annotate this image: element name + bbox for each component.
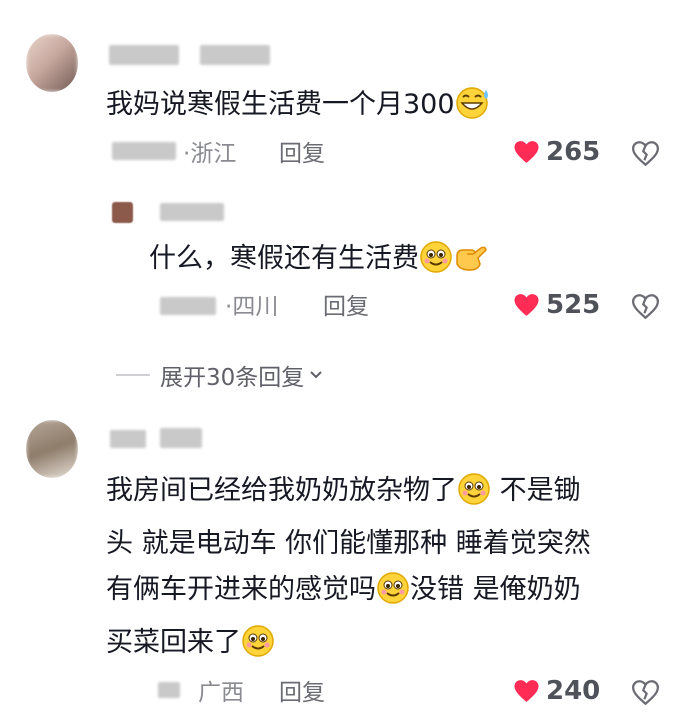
dislike-button[interactable] <box>631 294 660 323</box>
reply-button[interactable]: 回复 <box>323 292 369 322</box>
dislike-button[interactable] <box>631 680 660 709</box>
location: 广西 <box>198 680 244 706</box>
grinning-sweat-emoji <box>455 86 493 135</box>
like-button[interactable]: 525 <box>513 290 600 320</box>
comment-line: 头 就是电动车 你们能懂那种 睡着觉突然 <box>106 528 591 559</box>
reply-button[interactable]: 回复 <box>279 139 325 169</box>
expand-replies-label: 展开30条回复 <box>160 365 305 391</box>
avatar[interactable] <box>26 34 78 92</box>
username[interactable] <box>110 430 146 448</box>
smiley-emoji <box>457 472 491 521</box>
comment-line: 买菜回来了 <box>106 620 591 673</box>
expand-replies-button[interactable]: 展开30条回复 <box>116 358 324 392</box>
reply-text: 什么，寒假还有生活费 <box>149 236 487 289</box>
time-blurred <box>112 142 176 160</box>
smiley-emoji <box>376 571 410 620</box>
like-button[interactable]: 265 <box>513 137 600 167</box>
comment-text-segment: 有俩车开进来的感觉吗 <box>106 574 376 605</box>
location-text: 四川 <box>232 294 279 320</box>
like-button[interactable]: 240 <box>513 676 600 706</box>
chevron-down-icon <box>310 371 322 379</box>
hand-emoji <box>453 240 487 289</box>
username <box>200 45 270 65</box>
reply-button[interactable]: 回复 <box>279 678 325 708</box>
location: ·四川 <box>225 292 278 322</box>
comment-line: 有俩车开进来的感觉吗 没错 是俺奶奶 <box>106 567 591 620</box>
username <box>160 428 202 448</box>
username[interactable] <box>160 203 224 221</box>
comment-line: 我房间已经给我奶奶放杂物了 不是锄 <box>106 468 591 521</box>
comment-text-segment: 没错 是俺奶奶 <box>410 574 581 605</box>
reply-text-content: 什么，寒假还有生活费 <box>149 243 419 274</box>
dislike-button[interactable] <box>631 141 660 170</box>
like-count: 240 <box>546 676 601 706</box>
smiley-emoji <box>419 240 453 289</box>
heart-icon <box>514 141 539 163</box>
divider-line <box>116 374 150 376</box>
avatar[interactable] <box>112 202 133 223</box>
comment-text-segment: 不是锄 <box>499 475 581 506</box>
time-blurred <box>158 682 180 698</box>
comment-text: 我房间已经给我奶奶放杂物了 不是锄 头 就是电动车 你们能懂那种 睡着觉突然 有… <box>106 468 591 673</box>
heart-icon <box>514 294 539 316</box>
dislike-icon <box>631 294 660 320</box>
comment-text-content: 我妈说寒假生活费一个月300 <box>106 89 455 120</box>
comment-text-segment: 我房间已经给我奶奶放杂物了 <box>106 475 457 506</box>
smiley-emoji <box>241 624 275 673</box>
comment-text: 我妈说寒假生活费一个月300 <box>106 82 493 135</box>
dislike-icon <box>631 141 660 167</box>
heart-icon <box>514 680 539 702</box>
like-count: 265 <box>546 137 601 167</box>
username[interactable] <box>109 45 179 65</box>
dislike-icon <box>631 680 660 706</box>
time-blurred <box>160 297 216 315</box>
comment-text-segment: 买菜回来了 <box>106 627 241 658</box>
location: ·浙江 <box>183 139 236 169</box>
location-text: 浙江 <box>190 141 237 167</box>
avatar[interactable] <box>26 420 78 478</box>
like-count: 525 <box>546 290 601 320</box>
